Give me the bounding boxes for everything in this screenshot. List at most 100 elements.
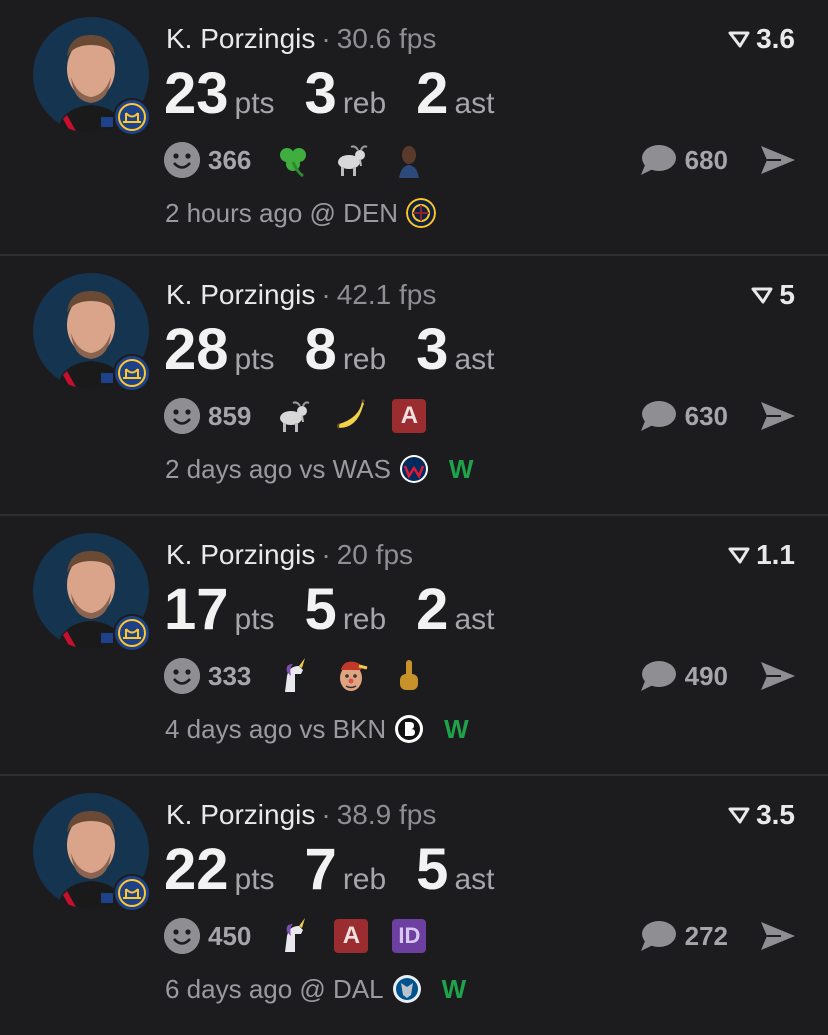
send-share-icon[interactable]: [759, 398, 797, 434]
post-card[interactable]: K. Porzingis · 38.9 fps 3.5 22 pts 7 reb 5 as…: [0, 776, 828, 1035]
goat-icon[interactable]: [331, 140, 371, 180]
post-headline: K. Porzingis · 30.6 fps: [166, 22, 436, 56]
points-unit: pts: [234, 343, 275, 376]
warriors-logo-icon: [113, 874, 151, 912]
rating-score[interactable]: 5: [751, 278, 795, 312]
reaction-count: 859: [208, 400, 252, 431]
player-name[interactable]: K. Porzingis: [166, 279, 315, 310]
post-card[interactable]: K. Porzingis · 42.1 fps 5 28 pts 8 reb 3 ast …: [0, 256, 828, 516]
rebounds-value: 8: [304, 317, 337, 382]
game-info: 6 days ago @ DAL W: [165, 972, 466, 1006]
add-reaction-smiley-icon[interactable]: [164, 918, 200, 954]
stat-line: 22 pts 7 reb 5 ast: [164, 836, 524, 904]
post-headline: K. Porzingis · 20 fps: [166, 538, 413, 572]
send-share-icon[interactable]: [759, 142, 797, 178]
game-info: 4 days ago vs BKN W: [165, 712, 469, 746]
game-time-opponent: 4 days ago vs BKN: [165, 713, 387, 744]
reactions-row: 333: [164, 656, 447, 696]
stat-line: 28 pts 8 reb 3 ast: [164, 316, 524, 384]
clown-face-icon[interactable]: [331, 656, 371, 696]
player-name[interactable]: K. Porzingis: [166, 23, 315, 54]
mavericks-logo-icon: [392, 974, 422, 1004]
id-badge-icon[interactable]: ID: [389, 916, 429, 956]
letter-a-badge-icon[interactable]: A: [331, 916, 371, 956]
comment-count: 490: [684, 660, 728, 691]
post-headline: K. Porzingis · 42.1 fps: [166, 278, 436, 312]
points-value: 28: [164, 317, 229, 382]
comments-button[interactable]: 630: [639, 396, 728, 436]
fantasy-points: 20 fps: [336, 539, 414, 570]
send-share-icon[interactable]: [759, 658, 797, 694]
comment-count: 630: [684, 400, 728, 431]
rating-score[interactable]: 3.6: [728, 22, 795, 56]
game-info: 2 days ago vs WAS W: [165, 452, 473, 486]
goat-icon[interactable]: [273, 396, 313, 436]
game-time-opponent: 2 days ago vs WAS: [165, 453, 391, 484]
warriors-logo-icon: [113, 354, 151, 392]
separator-dot: ·: [321, 279, 331, 310]
rebounds-value: 7: [304, 837, 337, 902]
points-value: 22: [164, 837, 229, 902]
rebounds-unit: reb: [342, 87, 387, 120]
rating-score[interactable]: 3.5: [728, 798, 795, 832]
reaction-count: 333: [208, 660, 252, 691]
post-card[interactable]: K. Porzingis · 30.6 fps 3.6 23 pts 3 reb 2 as…: [0, 0, 828, 256]
points-value: 23: [164, 61, 229, 126]
unicorn-icon[interactable]: [273, 656, 313, 696]
wizards-logo-icon: [399, 454, 429, 484]
send-share-icon[interactable]: [759, 918, 797, 954]
rebounds-value: 3: [304, 61, 337, 126]
reactions-row: 450 A ID: [164, 916, 447, 956]
banana-icon[interactable]: [331, 396, 371, 436]
letter-a-badge-icon[interactable]: A: [389, 396, 429, 436]
points-unit: pts: [234, 863, 275, 896]
assists-unit: ast: [454, 343, 495, 376]
rebounds-unit: reb: [342, 343, 387, 376]
rebounds-unit: reb: [342, 603, 387, 636]
rebounds-unit: reb: [342, 863, 387, 896]
player-face-icon[interactable]: [389, 140, 429, 180]
rating-score[interactable]: 1.1: [728, 538, 795, 572]
rating-value: 5: [779, 279, 795, 310]
rating-filter-icon: [728, 807, 750, 824]
add-reaction-smiley-icon[interactable]: [164, 142, 200, 178]
middle-finger-icon[interactable]: [389, 656, 429, 696]
separator-dot: ·: [321, 23, 331, 54]
post-headline: K. Porzingis · 38.9 fps: [166, 798, 436, 832]
points-unit: pts: [234, 603, 275, 636]
warriors-logo-icon: [113, 614, 151, 652]
points-unit: pts: [234, 87, 275, 120]
rating-filter-icon: [751, 287, 773, 304]
win-indicator: W: [444, 713, 469, 744]
comments-button[interactable]: 490: [639, 656, 728, 696]
assists-value: 2: [416, 61, 449, 126]
player-name[interactable]: K. Porzingis: [166, 799, 315, 830]
separator-dot: ·: [321, 539, 331, 570]
reaction-count: 450: [208, 920, 252, 951]
add-reaction-smiley-icon[interactable]: [164, 658, 200, 694]
rating-value: 3.5: [756, 799, 795, 830]
fantasy-points: 42.1 fps: [336, 279, 437, 310]
reaction-count: 366: [208, 144, 252, 175]
win-indicator: W: [448, 453, 474, 484]
warriors-logo-icon: [113, 98, 151, 136]
add-reaction-smiley-icon[interactable]: [164, 398, 200, 434]
win-indicator: W: [441, 973, 467, 1004]
post-feed: K. Porzingis · 30.6 fps 3.6 23 pts 3 reb 2 as…: [0, 0, 828, 1035]
stat-line: 17 pts 5 reb 2 ast: [164, 576, 524, 644]
points-value: 17: [164, 577, 229, 642]
comment-count: 272: [684, 920, 728, 951]
game-time-opponent: 6 days ago @ DAL: [165, 973, 384, 1004]
comment-bubble-icon: [640, 921, 676, 951]
comment-count: 680: [684, 144, 728, 175]
comments-button[interactable]: 272: [639, 916, 728, 956]
post-card[interactable]: K. Porzingis · 20 fps 1.1 17 pts 5 reb 2 ast …: [0, 516, 828, 776]
fantasy-points: 30.6 fps: [336, 23, 437, 54]
comment-bubble-icon: [640, 661, 676, 691]
assists-value: 2: [416, 577, 449, 642]
unicorn-icon[interactable]: [273, 916, 313, 956]
nuggets-logo-icon: [406, 198, 437, 228]
comments-button[interactable]: 680: [639, 140, 728, 180]
shamrock-icon[interactable]: [273, 140, 313, 180]
player-name[interactable]: K. Porzingis: [166, 539, 315, 570]
